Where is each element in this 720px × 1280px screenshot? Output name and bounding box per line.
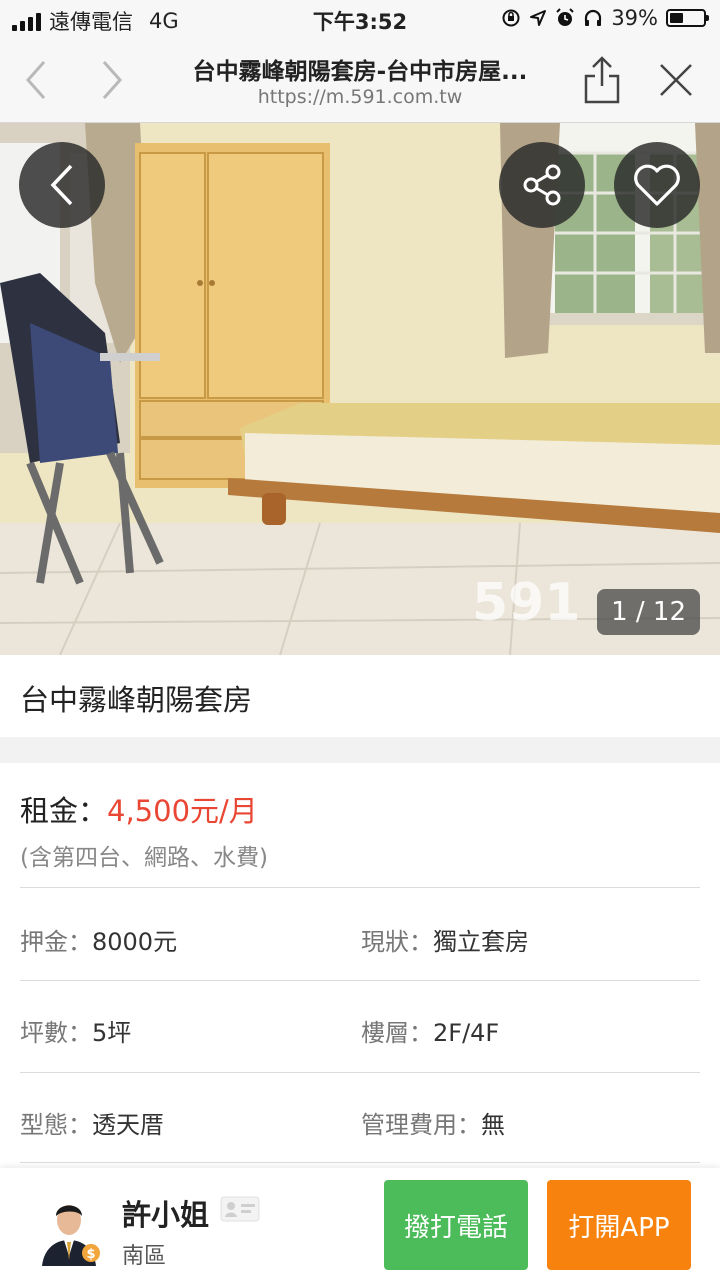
rent-label: 租金： xyxy=(20,794,108,828)
browser-back-button[interactable] xyxy=(14,58,58,102)
browser-toolbar: 台中霧峰朝陽套房-台中市房屋... https://m.591.com.tw xyxy=(0,40,720,123)
detail-floor: 樓層：2F/4F xyxy=(361,1013,499,1048)
back-chevron-icon xyxy=(25,61,46,99)
divider xyxy=(20,1072,700,1073)
listing-title: 台中霧峰朝陽套房 xyxy=(20,683,253,717)
detail-value: 無 xyxy=(481,1111,505,1139)
svg-text:$: $ xyxy=(86,1247,95,1262)
divider xyxy=(20,980,700,981)
browser-close-button[interactable] xyxy=(654,58,698,102)
divider xyxy=(20,1162,700,1163)
detail-key: 現狀： xyxy=(361,928,433,956)
section-gap xyxy=(0,737,720,763)
detail-value: 獨立套房 xyxy=(433,928,529,956)
gallery-back-button[interactable] xyxy=(19,142,105,228)
browser-forward-button[interactable] xyxy=(90,58,134,102)
rent-row: 租金：4,500元/月 xyxy=(20,788,258,830)
alarm-icon xyxy=(556,8,575,26)
favorite-button[interactable] xyxy=(614,142,700,228)
page-title[interactable]: 台中霧峰朝陽套房-台中市房屋... xyxy=(140,52,580,86)
detail-value: 2F/4F xyxy=(433,1019,500,1047)
detail-type: 型態：透天厝 xyxy=(20,1105,164,1140)
battery-percent: 39% xyxy=(611,6,658,30)
open-app-button[interactable]: 打開APP xyxy=(547,1180,691,1270)
detail-status: 現狀：獨立套房 xyxy=(361,922,529,957)
detail-value: 5坪 xyxy=(92,1019,132,1047)
close-icon xyxy=(660,64,692,96)
share-icon xyxy=(523,164,561,206)
listing-title-row: 台中霧峰朝陽套房 xyxy=(0,655,720,737)
detail-deposit: 押金：8000元 xyxy=(20,922,177,957)
divider xyxy=(20,887,700,888)
browser-share-button[interactable] xyxy=(578,52,626,108)
detail-key: 坪數： xyxy=(20,1019,92,1047)
detail-size: 坪數：5坪 xyxy=(20,1013,131,1048)
photo-gallery[interactable]: 591 1 / 12 xyxy=(0,123,720,655)
clock: 下午3:52 xyxy=(312,10,408,34)
detail-key: 樓層： xyxy=(361,1019,433,1047)
page-url[interactable]: https://m.591.com.tw xyxy=(140,86,580,108)
room-photo: 591 xyxy=(0,123,720,655)
back-arrow-icon xyxy=(50,164,73,206)
detail-value: 透天厝 xyxy=(92,1111,164,1139)
agent-area: 南區 xyxy=(122,1244,167,1269)
watermark: 591 xyxy=(472,573,581,633)
detail-management-fee: 管理費用：無 xyxy=(361,1105,505,1140)
share-icon xyxy=(584,56,620,104)
status-bar: 遠傳電信 4G 下午3:52 39% xyxy=(0,0,720,40)
photo-counter: 1 / 12 xyxy=(597,589,700,635)
detail-key: 押金： xyxy=(20,928,92,956)
rent-price: 4,500元/月 xyxy=(107,794,258,828)
gallery-share-button[interactable] xyxy=(499,142,585,228)
rent-note: (含第四台、網路、水費) xyxy=(20,845,268,871)
heart-icon xyxy=(634,164,680,206)
contact-bar: $ 許小姐 南區 撥打電話 打開APP xyxy=(0,1168,720,1280)
headphones-icon xyxy=(585,9,602,26)
id-card-icon xyxy=(220,1196,260,1222)
rotation-lock-icon xyxy=(502,9,520,27)
battery-icon xyxy=(666,9,709,27)
forward-chevron-icon xyxy=(102,61,123,99)
detail-value: 8000元 xyxy=(92,928,178,956)
avatar: $ xyxy=(42,1205,100,1266)
call-button[interactable]: 撥打電話 xyxy=(384,1180,528,1270)
detail-key: 管理費用： xyxy=(361,1111,481,1139)
agent-name: 許小姐 xyxy=(122,1198,210,1232)
location-icon xyxy=(530,10,547,26)
detail-key: 型態： xyxy=(20,1111,92,1139)
